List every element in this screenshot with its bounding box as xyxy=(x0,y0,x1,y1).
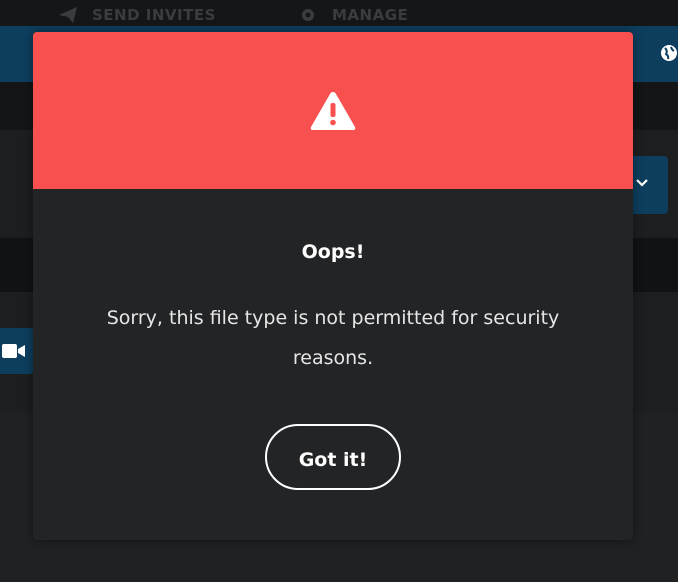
dialog-body: Oops! Sorry, this file type is not permi… xyxy=(33,240,633,490)
nav-item-manage[interactable]: MANAGE xyxy=(298,6,408,24)
dialog-header xyxy=(33,32,633,189)
chevron-down-icon xyxy=(636,179,648,187)
nav-item-label: MANAGE xyxy=(332,6,409,24)
paper-plane-icon xyxy=(59,7,77,23)
got-it-button[interactable]: Got it! xyxy=(265,424,401,490)
warning-icon xyxy=(310,91,356,130)
gear-icon xyxy=(302,9,314,21)
top-nav: SEND INVITES MANAGE xyxy=(0,0,678,28)
globe-icon[interactable] xyxy=(660,44,678,62)
video-button[interactable] xyxy=(0,328,34,374)
app-page: SEND INVITES MANAGE Oops! Sorry, this fi… xyxy=(0,0,678,582)
error-dialog: Oops! Sorry, this file type is not permi… xyxy=(33,32,633,540)
dialog-message: Sorry, this file type is not permitted f… xyxy=(106,307,560,369)
dialog-title: Oops! xyxy=(301,241,365,263)
nav-item-label: SEND INVITES xyxy=(92,6,216,24)
nav-item-send-invites[interactable]: SEND INVITES xyxy=(58,6,216,24)
video-camera-icon xyxy=(2,344,25,358)
